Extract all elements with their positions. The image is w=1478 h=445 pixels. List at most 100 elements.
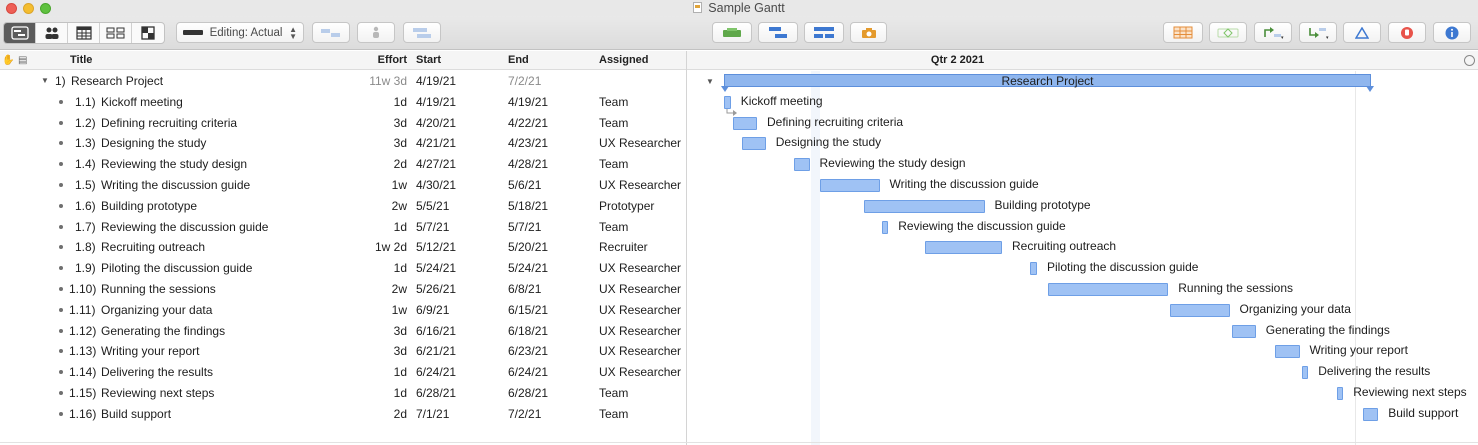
task-row[interactable]: 1.15) Reviewing next steps 1d 6/28/21 6/28/2… [0, 383, 686, 404]
column-header-end[interactable]: End [508, 54, 529, 66]
task-effort[interactable]: 3d [347, 136, 407, 150]
task-row[interactable]: 1.8) Recruiting outreach 1w 2d 5/12/21 5/20/… [0, 237, 686, 258]
task-start[interactable]: 4/20/21 [416, 116, 456, 130]
task-end[interactable]: 7/2/21 [508, 407, 541, 421]
project-row[interactable]: ▼ 1) Research Project 11w 3d 4/19/21 7/2… [0, 71, 686, 92]
task-row[interactable]: 1.11) Organizing your data 1w 6/9/21 6/15/21… [0, 300, 686, 321]
task-title[interactable]: Piloting the discussion guide [101, 261, 252, 275]
task-row[interactable]: 1.3) Designing the study 3d 4/21/21 4/23/21 U… [0, 133, 686, 154]
snapshot-button[interactable] [850, 22, 887, 43]
task-effort[interactable]: 1d [347, 220, 407, 234]
task-effort[interactable]: 3d [347, 324, 407, 338]
task-bar[interactable] [1170, 303, 1230, 317]
baseline-button[interactable] [1343, 22, 1381, 43]
task-row[interactable]: 1.14) Delivering the results 1d 6/24/21 6/24… [0, 362, 686, 383]
task-assigned[interactable]: UX Researcher [599, 282, 681, 296]
column-header-assigned[interactable]: Assigned [599, 54, 649, 66]
styles-view-button[interactable] [132, 23, 164, 43]
task-title[interactable]: Reviewing the discussion guide [101, 220, 268, 234]
task-end[interactable]: 6/15/21 [508, 303, 548, 317]
task-effort[interactable]: 1w 2d [347, 240, 407, 254]
task-bar[interactable] [741, 137, 766, 151]
task-bar[interactable] [1362, 407, 1379, 421]
task-effort[interactable]: 1d [347, 365, 407, 379]
task-title[interactable]: Defining recruiting criteria [101, 116, 237, 130]
task-assigned[interactable]: UX Researcher [599, 324, 681, 338]
task-effort[interactable]: 2w [347, 199, 407, 213]
task-effort[interactable]: 2d [347, 407, 407, 421]
level-resources-button[interactable]: ▾ [1254, 22, 1292, 43]
task-start[interactable]: 5/7/21 [416, 220, 449, 234]
task-start[interactable]: 5/12/21 [416, 240, 456, 254]
task-row[interactable]: 1.10) Running the sessions 2w 5/26/21 6/8/21… [0, 279, 686, 300]
notes-column-icon[interactable]: ▤ [18, 55, 27, 66]
task-bar[interactable] [1047, 283, 1169, 296]
task-title[interactable]: Designing the study [101, 136, 206, 150]
editing-mode-select[interactable]: Editing: Actual ▲ ▼ [176, 22, 304, 43]
task-end[interactable]: 6/28/21 [508, 386, 548, 400]
task-effort[interactable]: 3d [347, 116, 407, 130]
task-assigned[interactable]: Team [599, 386, 628, 400]
task-start[interactable]: 5/24/21 [416, 261, 456, 275]
violations-button[interactable] [1388, 22, 1426, 43]
task-assigned[interactable]: UX Researcher [599, 303, 681, 317]
task-end[interactable]: 4/28/21 [508, 157, 548, 171]
task-start[interactable]: 4/21/21 [416, 136, 456, 150]
task-end[interactable]: 5/20/21 [508, 240, 548, 254]
task-start[interactable]: 6/16/21 [416, 324, 456, 338]
task-end[interactable]: 4/19/21 [508, 95, 548, 109]
task-start[interactable]: 4/19/21 [416, 95, 456, 109]
task-bar[interactable] [1030, 262, 1037, 276]
table-view-button[interactable] [1163, 22, 1203, 43]
task-assigned[interactable]: UX Researcher [599, 136, 681, 150]
column-header-start[interactable]: Start [416, 54, 441, 66]
task-title[interactable]: Writing your report [101, 344, 199, 358]
task-start[interactable]: 5/5/21 [416, 199, 449, 213]
task-title[interactable]: Writing the discussion guide [101, 178, 250, 192]
hand-tool-icon[interactable]: ✋ [2, 55, 14, 66]
task-bar[interactable] [1275, 345, 1300, 359]
task-end[interactable]: 5/24/21 [508, 261, 548, 275]
network-view-button[interactable] [100, 23, 132, 43]
task-bar[interactable] [925, 241, 1002, 255]
catch-up-button[interactable]: ▾ [1299, 22, 1337, 43]
task-assigned[interactable]: Team [599, 157, 628, 171]
add-task-button[interactable] [712, 22, 752, 43]
task-row[interactable]: 1.1) Kickoff meeting 1d 4/19/21 4/19/21 Team [0, 92, 686, 113]
calendar-view-button[interactable] [68, 23, 100, 43]
task-start[interactable]: 6/9/21 [416, 303, 449, 317]
outline-view-button[interactable] [4, 23, 36, 43]
task-effort[interactable]: 1w [347, 303, 407, 317]
task-row[interactable]: 1.9) Piloting the discussion guide 1d 5/24/… [0, 258, 686, 279]
task-effort[interactable]: 1d [347, 386, 407, 400]
task-start[interactable]: 6/21/21 [416, 344, 456, 358]
task-title[interactable]: Kickoff meeting [101, 95, 183, 109]
task-title[interactable]: Delivering the results [101, 365, 213, 379]
task-row[interactable]: 1.2) Defining recruiting criteria 3d 4/20/2… [0, 113, 686, 134]
task-bar[interactable] [732, 116, 757, 130]
task-title[interactable]: Building prototype [101, 199, 197, 213]
task-title[interactable]: Running the sessions [101, 282, 216, 296]
task-assigned[interactable]: UX Researcher [599, 344, 681, 358]
inspector-button[interactable] [1433, 22, 1471, 43]
task-end[interactable]: 6/23/21 [508, 344, 548, 358]
task-assigned[interactable]: UX Researcher [599, 365, 681, 379]
task-end[interactable]: 5/6/21 [508, 178, 541, 192]
task-title[interactable]: Generating the findings [101, 324, 225, 338]
task-title[interactable]: Build support [101, 407, 171, 421]
task-assigned[interactable]: UX Researcher [599, 178, 681, 192]
task-end[interactable]: 4/22/21 [508, 116, 548, 130]
task-row[interactable]: 1.12) Generating the findings 3d 6/16/21 6/1… [0, 321, 686, 342]
resources-view-button[interactable] [36, 23, 68, 43]
task-bar[interactable] [794, 158, 810, 172]
task-start[interactable]: 6/24/21 [416, 365, 456, 379]
task-end[interactable]: 6/8/21 [508, 282, 541, 296]
task-title[interactable]: Organizing your data [101, 303, 212, 317]
task-effort[interactable]: 1w [347, 178, 407, 192]
task-start[interactable]: 5/26/21 [416, 282, 456, 296]
task-effort[interactable]: 1d [347, 95, 407, 109]
task-bar[interactable] [820, 179, 880, 192]
add-milestone-button[interactable] [758, 22, 798, 43]
task-title[interactable]: Recruiting outreach [101, 240, 205, 254]
task-assigned[interactable]: Team [599, 407, 628, 421]
